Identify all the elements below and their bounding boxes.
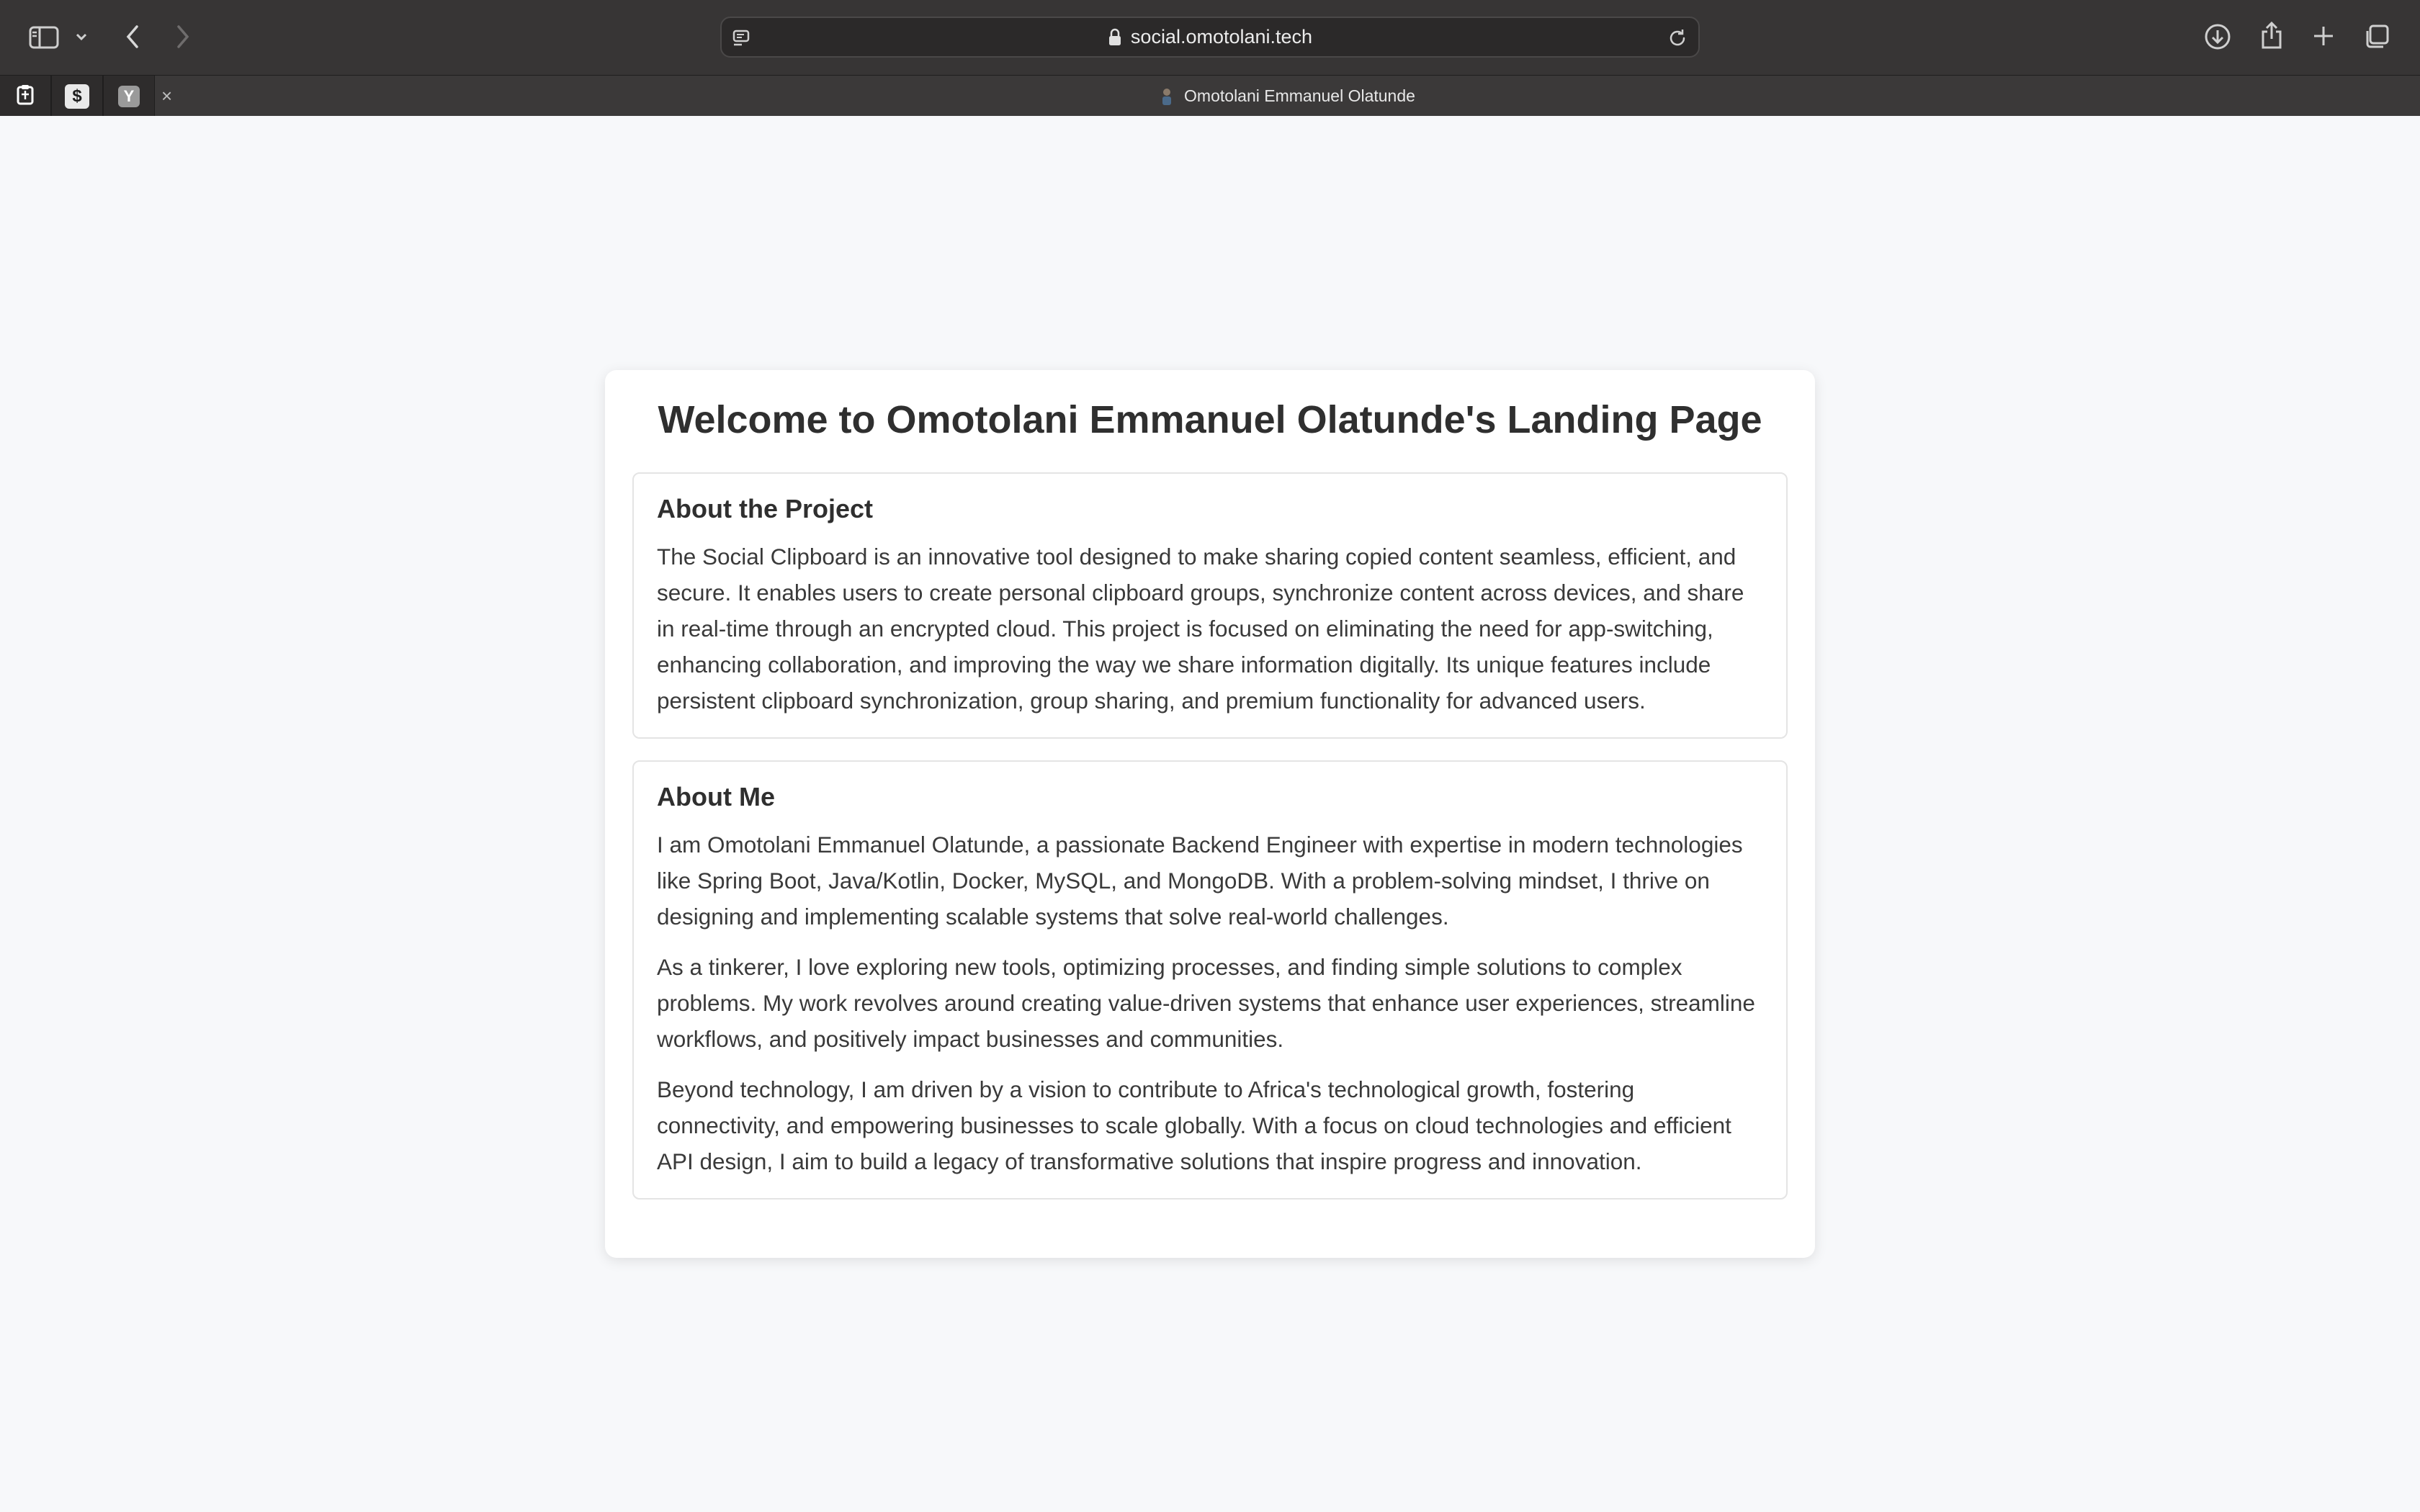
clipboard-icon xyxy=(16,84,35,109)
lock-icon xyxy=(1108,28,1122,47)
project-section: About the Project The Social Clipboard i… xyxy=(632,472,1788,739)
pinned-tab-clipboard[interactable] xyxy=(0,76,52,117)
sidebar-toggle-icon[interactable] xyxy=(27,23,60,52)
reload-icon[interactable] xyxy=(1667,27,1688,53)
downloads-icon[interactable] xyxy=(2202,22,2233,52)
page-viewport: Welcome to Omotolani Emmanuel Olatunde's… xyxy=(0,116,2420,1512)
about-me-paragraph: Beyond technology, I am driven by a visi… xyxy=(657,1076,1731,1174)
tab-title: Omotolani Emmanuel Olatunde xyxy=(1184,86,1415,105)
project-heading: About the Project xyxy=(657,494,874,523)
about-me-paragraph: As a tinkerer, I love exploring new tool… xyxy=(657,954,1755,1052)
project-description: The Social Clipboard is an innovative to… xyxy=(657,544,1744,714)
share-icon[interactable] xyxy=(2257,19,2286,52)
close-icon[interactable]: × xyxy=(161,86,172,106)
y-combinator-icon: Y xyxy=(118,85,140,107)
page-title: Welcome to Omotolani Emmanuel Olatunde's… xyxy=(658,398,1762,441)
pinned-tab-terminal[interactable]: $ xyxy=(52,76,104,117)
chevron-down-icon[interactable] xyxy=(72,27,91,46)
user-avatar-icon xyxy=(1160,87,1174,106)
about-me-heading: About Me xyxy=(657,782,775,811)
pinned-tab-ycombinator[interactable]: Y xyxy=(104,76,156,117)
browser-toolbar: social.omotolani.tech xyxy=(0,0,2420,75)
landing-card: Welcome to Omotolani Emmanuel Olatunde's… xyxy=(605,370,1815,1258)
url-text[interactable]: social.omotolani.tech xyxy=(1131,26,1312,48)
dollar-terminal-icon: $ xyxy=(65,84,89,109)
tab-active[interactable]: Omotolani Emmanuel Olatunde xyxy=(155,76,2420,117)
tab-strip: $ Y Omotolani Emmanuel Olatunde × xyxy=(0,75,2420,117)
new-tab-icon[interactable] xyxy=(2310,22,2337,50)
forward-icon[interactable] xyxy=(170,22,196,52)
back-icon[interactable] xyxy=(120,22,145,52)
tab-overview-icon[interactable] xyxy=(2362,22,2391,51)
about-me-section: About Me I am Omotolani Emmanuel Olatund… xyxy=(632,760,1788,1200)
address-bar[interactable]: social.omotolani.tech xyxy=(720,17,1700,58)
browser-chrome: social.omotolani.tech $ Y Omotolani Emma… xyxy=(0,0,2420,117)
about-me-paragraph: I am Omotolani Emmanuel Olatunde, a pass… xyxy=(657,832,1743,930)
